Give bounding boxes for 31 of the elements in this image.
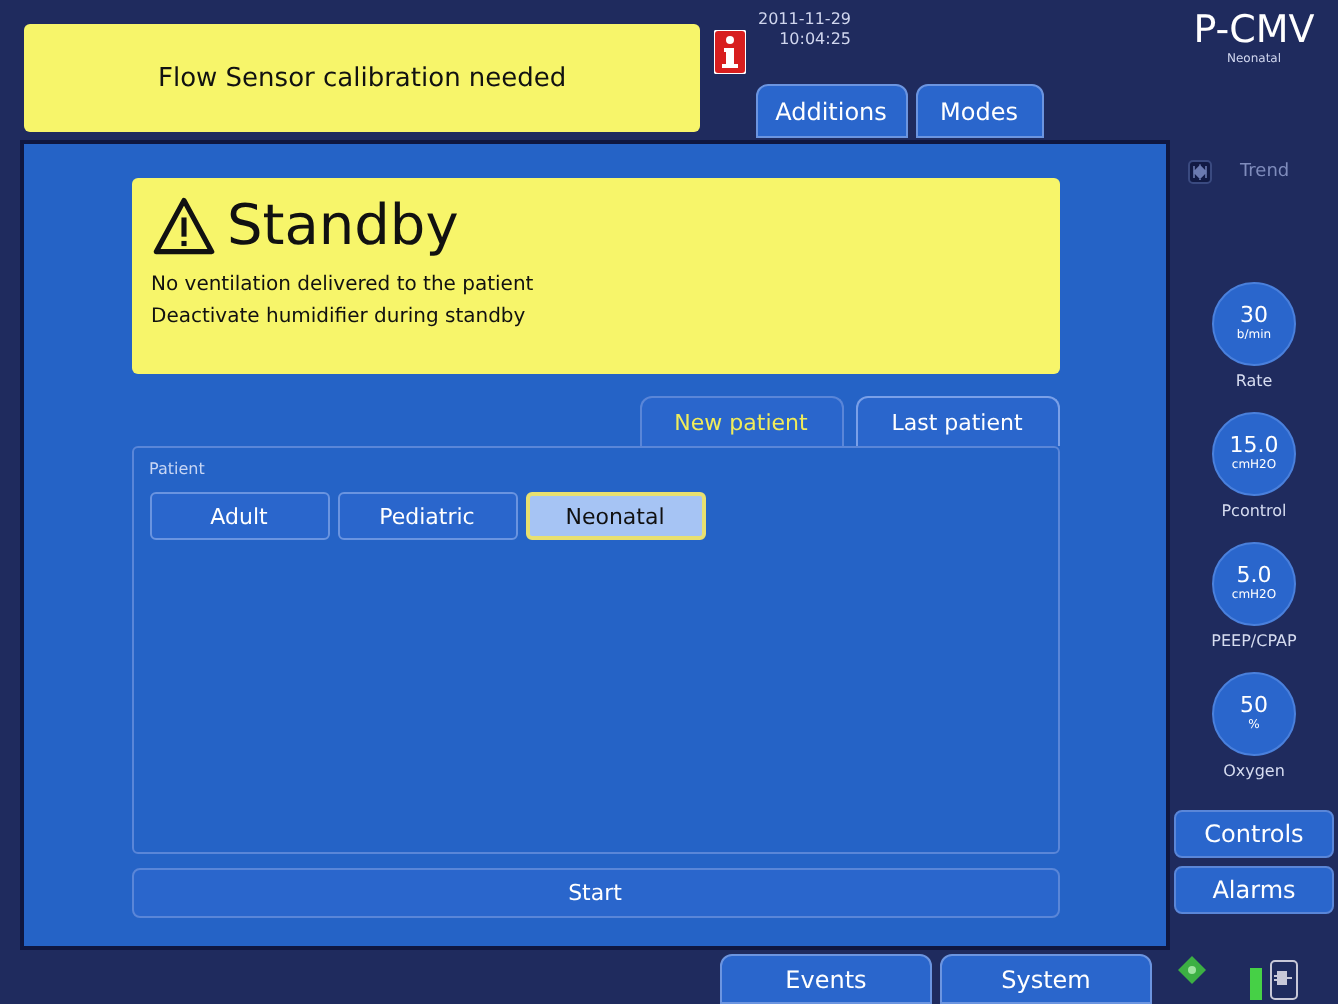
time-text: 10:04:25 — [779, 30, 851, 50]
info-icon[interactable] — [714, 30, 746, 74]
side-button[interactable]: Alarms — [1174, 866, 1334, 914]
alert-message: Flow Sensor calibration needed — [158, 63, 567, 93]
patient-type-button[interactable]: Neonatal — [525, 492, 705, 540]
bottom-tab[interactable]: System — [940, 954, 1152, 1004]
trend-label: Trend — [1240, 162, 1290, 182]
date-text: 2011-11-29 — [758, 10, 851, 30]
parameter-name: Oxygen — [1223, 762, 1285, 780]
parameter-name: Rate — [1235, 372, 1273, 390]
parameter-name: Pcontrol — [1221, 502, 1287, 520]
standby-message: No ventilation delivered to the patient — [151, 272, 536, 300]
top-tab[interactable]: Additions — [755, 84, 907, 138]
warning-icon — [151, 196, 215, 256]
patient-label: Patient — [149, 460, 205, 478]
plug-icon — [1270, 960, 1298, 1000]
network-icon — [1178, 956, 1206, 984]
top-tab[interactable]: Modes — [915, 84, 1043, 138]
parameter-name: PEEP/CPAP — [1211, 632, 1297, 650]
start-button[interactable]: Start — [131, 868, 1059, 918]
bottom-tab[interactable]: Events — [720, 954, 932, 1004]
battery-icon — [1250, 968, 1262, 1000]
patient-tab[interactable]: New patient — [639, 396, 843, 446]
patient-type-button[interactable]: Adult — [149, 492, 329, 540]
trend-icon[interactable] — [1188, 160, 1212, 184]
side-button[interactable]: Controls — [1174, 810, 1334, 858]
mode-title: P-CMV — [1193, 8, 1315, 52]
patient-type-button[interactable]: Pediatric — [337, 492, 517, 540]
standby-message: Deactivate humidifier during standby — [151, 304, 528, 332]
standby-title: Standby — [227, 194, 459, 258]
patient-tab[interactable]: Last patient — [855, 396, 1059, 446]
